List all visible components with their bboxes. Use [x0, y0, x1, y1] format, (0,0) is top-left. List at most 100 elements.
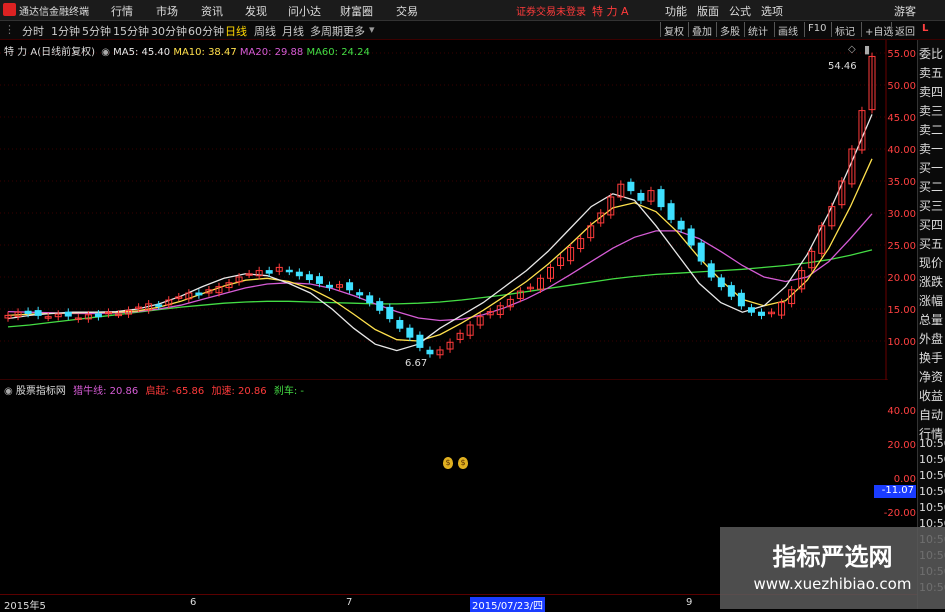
candle-body [325, 284, 333, 288]
level-icon: L [922, 23, 929, 34]
candle-body [677, 220, 685, 230]
period-weekly[interactable]: 周线 [254, 23, 276, 39]
candle-body [627, 181, 635, 192]
watermark-title: 指标严选网 [772, 543, 893, 571]
y-label: 10.00 [887, 337, 916, 348]
ma10-label: MA10: 38.47 [173, 47, 237, 58]
login-notice[interactable]: 证券交易未登录 [516, 3, 586, 18]
candle-body [747, 307, 755, 313]
indicator-toggle-icon[interactable]: ◉ [4, 386, 13, 397]
candle-body [697, 242, 705, 262]
candle-body [315, 276, 323, 284]
y-label: 15.00 [887, 305, 916, 316]
period-fenshi[interactable]: 分时 [22, 23, 44, 39]
candle-body [386, 306, 394, 320]
ind-y-label: 20.00 [887, 440, 916, 451]
candle-body [737, 292, 745, 307]
ind-lieniu-label: 猎牛线: 20.86 [73, 386, 139, 397]
candle-body [94, 313, 102, 318]
candle-body [426, 349, 434, 355]
candle-body [667, 203, 675, 220]
signal-moneybag-icon: $ [443, 457, 453, 469]
ma5-label: MA5: 45.40 [113, 47, 171, 58]
quote-field-label: 买五 [919, 237, 944, 251]
diamond-icon[interactable]: ◇ [848, 44, 856, 55]
period-1min[interactable]: 1分钟 [51, 23, 80, 39]
candle-body [195, 292, 203, 296]
btn-fuquan[interactable]: 复权 [660, 22, 687, 38]
indicator-title[interactable]: 股票指标网 [16, 386, 66, 397]
low-price-annotation: 6.67 [405, 358, 428, 369]
ind-qiqi-label: 启起: -65.86 [145, 386, 205, 397]
x-label: 9 [686, 597, 693, 608]
period-monthly[interactable]: 月线 [282, 23, 304, 39]
btn-huaxian[interactable]: 画线 [774, 22, 801, 38]
ma60-line [7, 249, 873, 328]
quote-field-label: 换手 [919, 351, 944, 365]
y-label: 40.00 [887, 145, 916, 156]
toolbar-grip-icon: ⋮ [4, 23, 15, 36]
candle-body [34, 310, 42, 316]
kline-chart[interactable] [0, 40, 888, 380]
quote-field-label: 买三 [919, 199, 944, 213]
ma20-label: MA20: 29.88 [239, 47, 304, 58]
x-label: 2015年5 [4, 601, 46, 612]
candle-body [416, 334, 424, 348]
menu-gongshi[interactable]: 公式 [729, 3, 751, 19]
quote-field-label: 买四 [919, 218, 944, 232]
period-daily[interactable]: 日线 [225, 23, 247, 39]
btn-biaoji[interactable]: 标记 [831, 22, 858, 38]
quote-field-label: 委比 [919, 47, 944, 61]
period-15min[interactable]: 15分钟 [113, 23, 149, 39]
more-dropdown-icon[interactable]: ▾ [369, 23, 375, 36]
quote-field-label: 卖三 [919, 104, 944, 118]
stock-name-title: 特 力 A [592, 5, 629, 18]
candle-body [687, 228, 695, 246]
quote-field-label: 净资 [919, 370, 944, 384]
candle-body [757, 311, 765, 316]
y-label: 30.00 [887, 209, 916, 220]
indicator-header: ◉ 股票指标网 猎牛线: 20.86 启起: -65.86 加速: 20.86 … [4, 382, 304, 397]
period-60min[interactable]: 60分钟 [188, 23, 224, 39]
menu-faxian[interactable]: 发现 [245, 3, 267, 19]
menu-banmian[interactable]: 版面 [697, 3, 719, 19]
quote-field-label: 现价 [919, 256, 944, 270]
btn-diejia[interactable]: 叠加 [688, 22, 715, 38]
menu-jiaoyi[interactable]: 交易 [396, 3, 418, 19]
quote-field-label: 卖四 [919, 85, 944, 99]
ind-y-label: 0.00 [893, 474, 916, 485]
period-toolbar: ⋮ 分时 1分钟 5分钟 15分钟 30分钟 60分钟 日线 周线 月线 多周期… [0, 21, 945, 40]
ma-toggle-icon[interactable]: ◉ [101, 47, 110, 58]
menu-caifuquan[interactable]: 财富圈 [340, 3, 373, 19]
candle-body [305, 274, 313, 281]
trade-time: 10:50 [919, 437, 945, 450]
menu-shichang[interactable]: 市场 [156, 3, 178, 19]
menu-youke[interactable]: 游客 [894, 3, 916, 19]
btn-f10[interactable]: F10 [804, 22, 829, 37]
period-30min[interactable]: 30分钟 [151, 23, 187, 39]
quote-field-label: 买一 [919, 161, 944, 175]
signal-moneybag-icon: $ [458, 457, 468, 469]
period-more[interactable]: 更多 [343, 23, 365, 39]
panel-toggle-icon[interactable]: ▮ [864, 43, 870, 56]
watermark-url: www.xuezhibiao.com [753, 575, 912, 593]
btn-fanhui[interactable]: 返回 [891, 22, 918, 38]
menu-hangqing[interactable]: 行情 [111, 3, 133, 19]
quote-field-label: 卖五 [919, 66, 944, 80]
ind-shache-label: 刹车: - [273, 386, 304, 397]
candle-body [285, 269, 293, 273]
trade-time: 10:50 [919, 469, 945, 482]
menu-xuanxiang[interactable]: 选项 [761, 3, 783, 19]
y-label: 50.00 [887, 81, 916, 92]
period-multi[interactable]: 多周期 [310, 23, 343, 39]
menu-zixun[interactable]: 资讯 [201, 3, 223, 19]
menu-gongneng[interactable]: 功能 [665, 3, 687, 19]
menu-wenxiaoda[interactable]: 问小达 [288, 3, 321, 19]
candle-body [24, 310, 32, 314]
btn-duogu[interactable]: 多股 [716, 22, 743, 38]
x-label: 6 [190, 597, 197, 608]
btn-tongji[interactable]: 统计 [744, 22, 771, 38]
period-5min[interactable]: 5分钟 [82, 23, 111, 39]
quote-field-label[interactable]: 自动 [919, 407, 945, 423]
quote-field-label: 买二 [919, 180, 944, 194]
